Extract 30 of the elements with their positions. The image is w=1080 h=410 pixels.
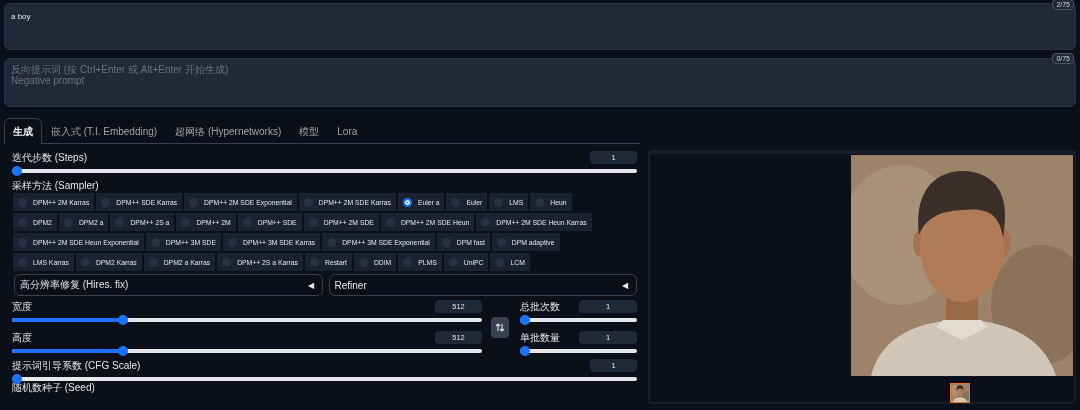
slider-label: 提示词引导系数 (CFG Scale) xyxy=(12,358,141,373)
swap-icon xyxy=(496,323,504,332)
slider-label: 单批数量 xyxy=(520,330,560,345)
tab[interactable]: 模型 xyxy=(290,118,329,144)
slider-label: 高度 xyxy=(12,330,32,345)
slider-track[interactable] xyxy=(520,349,637,353)
slider-label: 迭代步数 (Steps) xyxy=(12,150,87,165)
slider-track[interactable] xyxy=(12,349,482,353)
slider-track[interactable] xyxy=(12,377,637,381)
slider-track[interactable] xyxy=(520,318,637,322)
slider-label: 随机数种子 (Seed) xyxy=(12,383,96,393)
slider-label: 总批次数 xyxy=(520,299,560,314)
slider-track[interactable] xyxy=(12,169,637,173)
accordion-header[interactable]: 高分辨率修复 (Hires. fix) ◀ xyxy=(14,274,323,296)
tab[interactable]: 超网络 (Hypernetworks) xyxy=(166,118,291,144)
slider-thumb[interactable] xyxy=(12,374,22,384)
tab[interactable]: 生成 xyxy=(4,118,42,144)
swap-button[interactable] xyxy=(491,317,509,338)
slider-thumb[interactable] xyxy=(12,166,22,176)
slider-thumb[interactable] xyxy=(520,315,530,325)
tab[interactable]: Lora xyxy=(328,118,367,144)
section-label: 采样方法 (Sampler) xyxy=(12,180,100,191)
slider-thumb[interactable] xyxy=(117,346,128,356)
thumbnail[interactable] xyxy=(950,383,970,403)
tab[interactable]: 嵌入式 (T.I. Embedding) xyxy=(42,118,167,144)
slider-thumb[interactable] xyxy=(520,346,530,356)
slider-track[interactable] xyxy=(12,318,482,322)
accordion-header[interactable]: Refiner ◀ xyxy=(328,274,637,296)
slider-label: 宽度 xyxy=(12,299,32,314)
slider-thumb[interactable] xyxy=(117,315,128,325)
